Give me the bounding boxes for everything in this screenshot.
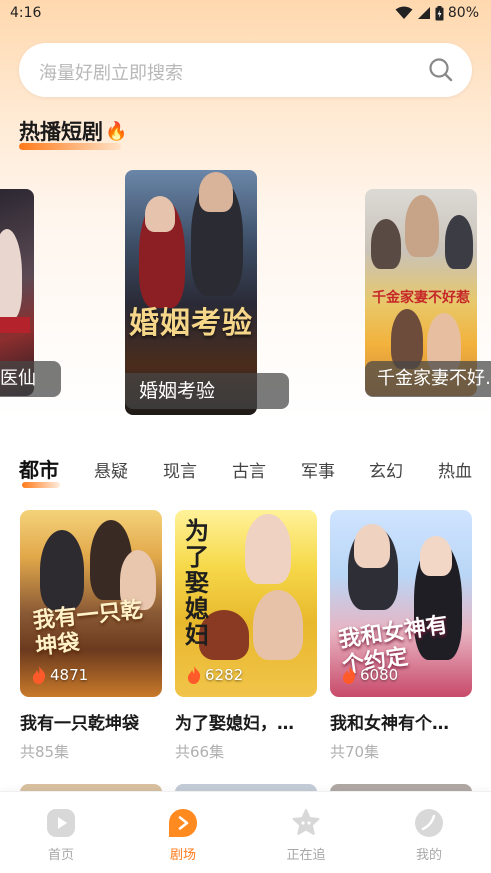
drama-poster[interactable]: 我有一只乾坤袋 4871 xyxy=(20,510,162,697)
drama-title[interactable]: 为了娶媳妇，… xyxy=(175,709,317,734)
poster-face-man xyxy=(199,172,233,212)
cell-signal-icon xyxy=(417,7,430,19)
flame-icon xyxy=(32,666,46,684)
tab-xianyan[interactable]: 现言 xyxy=(163,457,197,482)
drama-poster[interactable]: 我和女神有个约定 6080 xyxy=(330,510,472,697)
hot-section-title: 热播短剧 🔥 xyxy=(19,116,127,146)
nav-following[interactable]: 正在追 xyxy=(266,808,346,863)
poster-figure xyxy=(445,215,473,269)
nav-theater-label: 剧场 xyxy=(169,848,196,863)
carousel-label-center[interactable]: 婚姻考验 xyxy=(125,373,289,409)
tab-xuanhuan[interactable]: 玄幻 xyxy=(369,457,403,482)
nav-home[interactable]: 首页 xyxy=(21,808,101,863)
bottom-nav: 首页 剧场 正在追 我的 xyxy=(0,791,491,873)
battery-icon xyxy=(435,5,444,20)
tab-junshi[interactable]: 军事 xyxy=(301,457,335,482)
tab-guyan[interactable]: 古言 xyxy=(232,457,266,482)
poster-title-text: 千金家妻不好惹 xyxy=(372,290,470,306)
nav-following-label: 正在追 xyxy=(286,848,326,863)
star-icon xyxy=(292,809,320,835)
carousel-label-right[interactable]: 千金家妻不好… xyxy=(365,361,491,397)
nav-profile[interactable]: 我的 xyxy=(389,808,469,863)
heat-count: 4871 xyxy=(50,666,89,684)
poster-figure xyxy=(40,530,84,610)
poster-face xyxy=(354,524,390,568)
search-placeholder[interactable]: 海量好剧立即搜索 xyxy=(39,59,183,85)
drama-episodes: 共85集 xyxy=(20,743,70,761)
heat-count: 6080 xyxy=(360,666,399,684)
theater-play-icon xyxy=(169,809,197,837)
heat-count: 6282 xyxy=(205,666,244,684)
drama-title[interactable]: 我有一只乾坤袋 xyxy=(20,709,162,734)
battery-percent: 80% xyxy=(447,5,479,21)
play-circle-icon xyxy=(47,809,75,837)
drama-title[interactable]: 我和女神有个… xyxy=(330,709,472,734)
heat-row: 4871 xyxy=(32,666,88,684)
flame-icon xyxy=(342,666,356,684)
wifi-icon xyxy=(395,6,413,19)
flame-icon xyxy=(187,666,201,684)
heat-row: 6282 xyxy=(187,666,243,684)
active-tab-underline xyxy=(22,482,60,488)
poster-face-woman xyxy=(145,196,175,232)
carousel-label-left[interactable]: 医仙 xyxy=(0,361,61,397)
poster-face xyxy=(420,536,452,576)
drama-episodes: 共66集 xyxy=(175,743,225,761)
fire-icon: 🔥 xyxy=(105,120,128,142)
drama-poster[interactable]: 为了娶媳妇 6282 xyxy=(175,510,317,697)
hot-section-underline xyxy=(19,143,121,150)
profile-leaf-icon xyxy=(415,809,443,837)
tab-rexue[interactable]: 热血 xyxy=(438,457,472,482)
hot-section-label: 热播短剧 xyxy=(19,120,103,144)
tab-dushi[interactable]: 都市 xyxy=(19,454,59,483)
search-icon[interactable] xyxy=(428,57,454,83)
category-tabs: 都市 悬疑 现言 古言 军事 玄幻 热血 xyxy=(19,452,491,492)
poster-figure xyxy=(245,514,291,584)
poster-banner xyxy=(0,317,30,333)
status-time: 4:16 xyxy=(10,5,42,21)
poster-figure xyxy=(253,590,303,660)
poster-title-text: 婚姻考验 xyxy=(129,306,253,341)
drama-episodes: 共70集 xyxy=(330,743,380,761)
nav-theater[interactable]: 剧场 xyxy=(143,808,223,863)
status-icons: 80% xyxy=(395,5,479,21)
poster-title-text: 为了娶媳妇 xyxy=(185,516,209,649)
nav-home-label: 首页 xyxy=(47,848,74,863)
poster-figure xyxy=(371,219,401,269)
poster-figure xyxy=(391,309,423,369)
heat-row: 6080 xyxy=(342,666,398,684)
poster-figure xyxy=(405,195,439,257)
poster-title-text: 我有一只乾坤袋 xyxy=(31,596,144,660)
nav-profile-label: 我的 xyxy=(415,848,442,863)
poster-figure xyxy=(0,229,22,319)
search-bar[interactable]: 海量好剧立即搜索 xyxy=(19,43,472,97)
status-bar: 4:16 80% xyxy=(0,0,491,28)
tab-xuanyi[interactable]: 悬疑 xyxy=(94,457,128,482)
